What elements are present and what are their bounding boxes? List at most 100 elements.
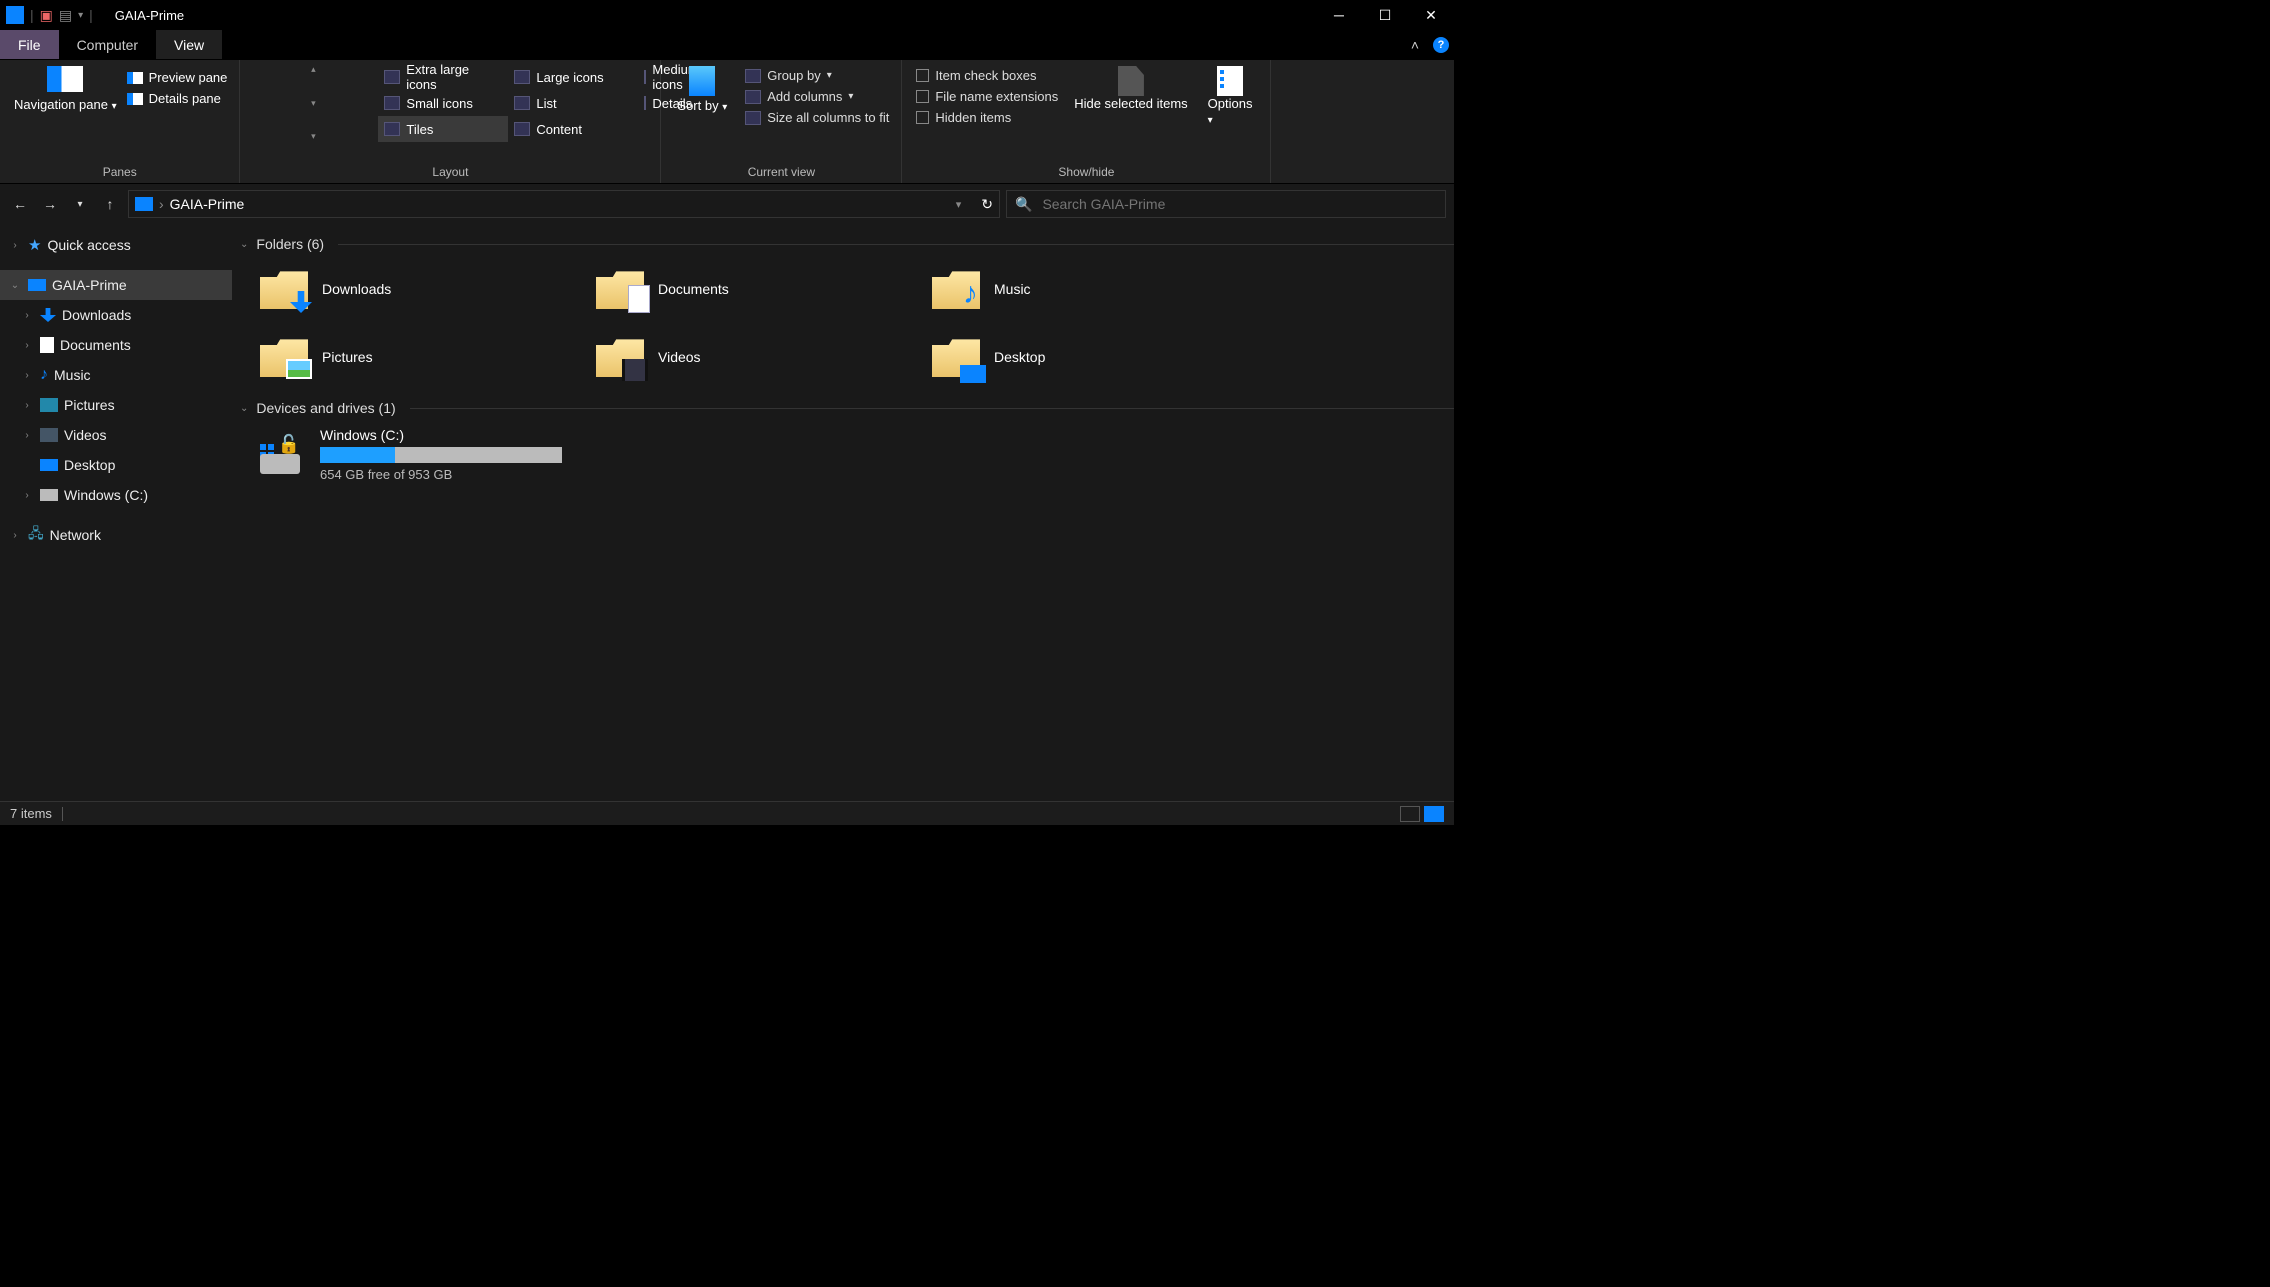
tree-documents[interactable]: ›Documents xyxy=(0,330,232,360)
main-area: ›★Quick access ⌄GAIA-Prime ›Downloads ›D… xyxy=(0,224,1454,801)
maximize-button[interactable]: ☐ xyxy=(1362,0,1408,30)
tile-pictures[interactable]: Pictures xyxy=(260,326,590,388)
status-item-count: 7 items xyxy=(10,806,52,821)
group-label-show-hide: Show/hide xyxy=(910,163,1262,181)
preview-pane-button[interactable]: Preview pane xyxy=(127,70,228,85)
help-button[interactable]: ? xyxy=(1428,30,1454,59)
tree-music[interactable]: ›♪Music xyxy=(0,360,232,390)
group-label-panes: Panes xyxy=(8,163,231,181)
status-view-details-button[interactable] xyxy=(1400,806,1420,822)
tile-downloads[interactable]: Downloads xyxy=(260,258,590,320)
options-button[interactable]: Options▾ xyxy=(1198,64,1263,163)
checkbox-icon xyxy=(916,111,929,124)
hidden-items-toggle[interactable]: Hidden items xyxy=(916,110,1058,125)
status-bar: 7 items xyxy=(0,801,1454,825)
details-pane-icon xyxy=(127,93,143,105)
layout-large-icons[interactable]: Large icons xyxy=(508,64,638,90)
layout-icon xyxy=(384,96,400,110)
sort-by-button[interactable]: Sort by ▾ xyxy=(669,64,735,163)
qat-newfolder-icon[interactable]: ▤ xyxy=(59,7,72,24)
tab-file[interactable]: File xyxy=(0,30,59,59)
tile-label: Music xyxy=(994,281,1031,297)
pc-icon xyxy=(135,197,153,211)
qat-dropdown-icon[interactable]: ▾ xyxy=(78,10,83,21)
tab-computer[interactable]: Computer xyxy=(59,30,156,59)
layout-icon xyxy=(644,96,646,110)
chevron-down-icon[interactable]: ▾ xyxy=(956,198,962,211)
tile-music[interactable]: ♪ Music xyxy=(932,258,1262,320)
tree-videos[interactable]: ›Videos xyxy=(0,420,232,450)
recent-locations-button[interactable]: ▾ xyxy=(68,192,92,216)
layout-small-icons[interactable]: Small icons xyxy=(378,90,508,116)
size-columns-button[interactable]: Size all columns to fit xyxy=(745,110,889,125)
layout-icon xyxy=(644,70,646,84)
layout-extra-large-icons[interactable]: Extra large icons xyxy=(378,64,508,90)
tile-documents[interactable]: Documents xyxy=(596,258,926,320)
address-location: GAIA-Prime xyxy=(170,196,245,212)
tile-videos[interactable]: Videos xyxy=(596,326,926,388)
up-button[interactable]: ↑ xyxy=(98,192,122,216)
download-icon xyxy=(40,308,56,322)
tree-downloads[interactable]: ›Downloads xyxy=(0,300,232,330)
tree-windows-c[interactable]: ›Windows (C:) xyxy=(0,480,232,510)
forward-button[interactable]: → xyxy=(38,192,62,216)
refresh-button[interactable]: ↻ xyxy=(981,196,993,213)
preview-pane-icon xyxy=(127,72,143,84)
desktop-icon xyxy=(960,365,986,383)
ribbon: Navigation pane ▾ Preview pane Details p… xyxy=(0,60,1454,184)
address-bar[interactable]: › GAIA-Prime ▾ ↻ xyxy=(128,190,1000,218)
layout-list[interactable]: List xyxy=(508,90,638,116)
details-pane-button[interactable]: Details pane xyxy=(127,91,228,106)
minimize-button[interactable]: ─ xyxy=(1316,0,1362,30)
qat-properties-icon[interactable]: ▣ xyxy=(40,7,53,24)
layout-medium-icons[interactable]: Medium icons xyxy=(638,64,652,90)
layout-scroll[interactable]: ▴▾▾ xyxy=(248,64,378,142)
tile-label: Pictures xyxy=(322,349,373,365)
navigation-tree[interactable]: ›★Quick access ⌄GAIA-Prime ›Downloads ›D… xyxy=(0,224,232,801)
group-header-drives[interactable]: ⌄ Devices and drives (1) xyxy=(240,396,1454,422)
drive-free-text: 654 GB free of 953 GB xyxy=(320,467,562,482)
sizecols-icon xyxy=(745,111,761,125)
ribbon-group-current-view: Sort by ▾ Group by ▾ Add columns ▾ Size … xyxy=(661,60,902,183)
tree-pictures[interactable]: ›Pictures xyxy=(0,390,232,420)
video-icon xyxy=(622,359,648,381)
tab-view[interactable]: View xyxy=(156,30,222,59)
back-button[interactable]: ← xyxy=(8,192,32,216)
file-name-extensions-toggle[interactable]: File name extensions xyxy=(916,89,1058,104)
search-input[interactable] xyxy=(1042,196,1437,212)
collapse-ribbon-button[interactable]: ˄ xyxy=(1402,30,1428,59)
tile-label: Desktop xyxy=(994,349,1045,365)
qat-divider: | xyxy=(30,7,34,23)
search-box[interactable]: 🔍 xyxy=(1006,190,1446,218)
tree-quick-access[interactable]: ›★Quick access xyxy=(0,230,232,260)
drive-icon: 🔓 xyxy=(260,434,308,474)
tile-windows-c[interactable]: 🔓 Windows (C:) 654 GB free of 953 GB xyxy=(240,422,1454,486)
picture-icon xyxy=(40,398,58,412)
hide-selected-icon xyxy=(1118,66,1144,96)
music-icon: ♪ xyxy=(963,277,978,311)
tile-desktop[interactable]: Desktop xyxy=(932,326,1262,388)
group-by-button[interactable]: Group by ▾ xyxy=(745,68,889,83)
close-button[interactable]: ✕ xyxy=(1408,0,1454,30)
hide-selected-button[interactable]: Hide selected items xyxy=(1064,64,1197,163)
tree-network[interactable]: ›🖧Network xyxy=(0,520,232,550)
layout-details[interactable]: Details xyxy=(638,90,652,116)
chevron-right-icon: › xyxy=(159,196,164,212)
layout-content[interactable]: Content xyxy=(508,116,638,142)
group-header-folders[interactable]: ⌄ Folders (6) xyxy=(240,232,1454,258)
layout-icon xyxy=(384,70,400,84)
status-view-tiles-button[interactable] xyxy=(1424,806,1444,822)
tree-desktop[interactable]: Desktop xyxy=(0,450,232,480)
content-pane[interactable]: ⌄ Folders (6) Downloads Documents ♪ Musi… xyxy=(232,224,1454,801)
add-columns-button[interactable]: Add columns ▾ xyxy=(745,89,889,104)
navigation-pane-button[interactable]: Navigation pane ▾ xyxy=(8,64,123,163)
video-icon xyxy=(40,428,58,442)
item-check-boxes-toggle[interactable]: Item check boxes xyxy=(916,68,1058,83)
drive-usage-bar xyxy=(320,447,562,463)
tile-label: Videos xyxy=(658,349,701,365)
sort-icon xyxy=(689,66,715,96)
tile-label: Documents xyxy=(658,281,729,297)
title-bar: | ▣ ▤ ▾ | GAIA-Prime ─ ☐ ✕ xyxy=(0,0,1454,30)
layout-tiles[interactable]: Tiles xyxy=(378,116,508,142)
tree-this-pc[interactable]: ⌄GAIA-Prime xyxy=(0,270,232,300)
